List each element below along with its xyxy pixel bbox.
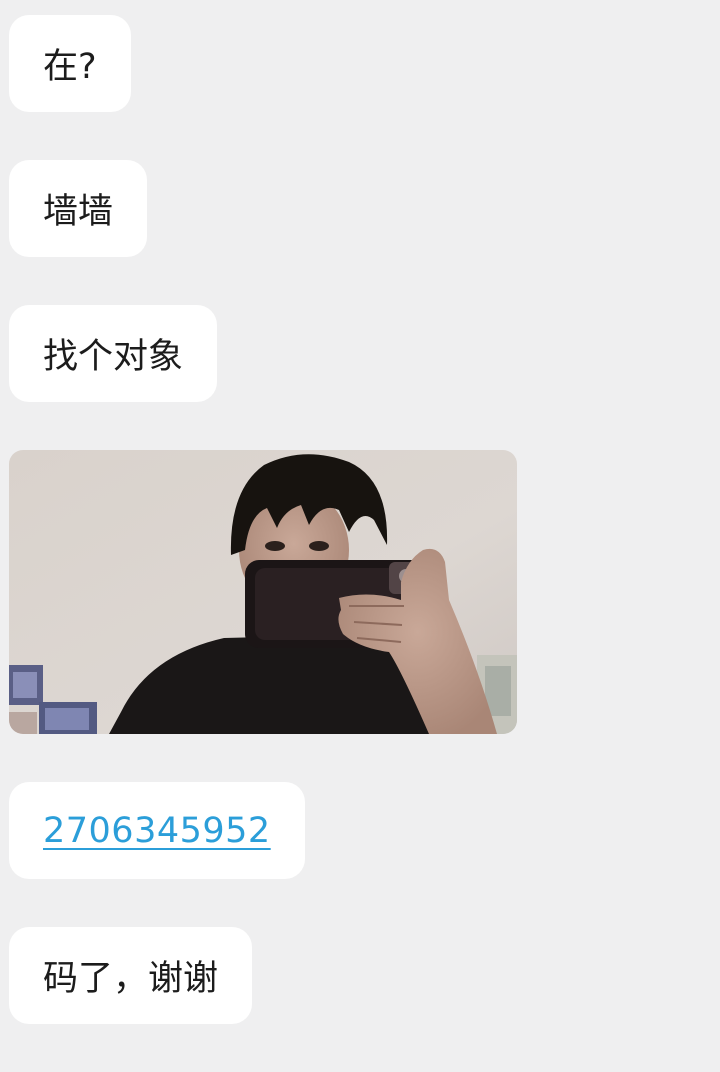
message-text: 在? bbox=[43, 47, 97, 87]
message-text: 找个对象 bbox=[43, 337, 184, 377]
message-bubble[interactable]: 2706345952 bbox=[9, 782, 305, 879]
message-bubble[interactable]: 找个对象 bbox=[9, 305, 218, 402]
mirror-selfie-photo bbox=[9, 450, 517, 734]
message-text: 码了，谢谢 bbox=[43, 959, 219, 999]
image-message[interactable] bbox=[9, 450, 517, 734]
message-bubble[interactable]: 在? bbox=[9, 15, 131, 112]
message-bubble[interactable]: 墙墙 bbox=[9, 160, 148, 257]
phone-number-link[interactable]: 2706345952 bbox=[43, 811, 271, 851]
chat-message-list: 在? 墙墙 找个对象 2706345952 码了，谢谢 bbox=[0, 0, 720, 1072]
message-text: 墙墙 bbox=[43, 192, 114, 232]
message-bubble[interactable]: 码了，谢谢 bbox=[9, 927, 253, 1024]
